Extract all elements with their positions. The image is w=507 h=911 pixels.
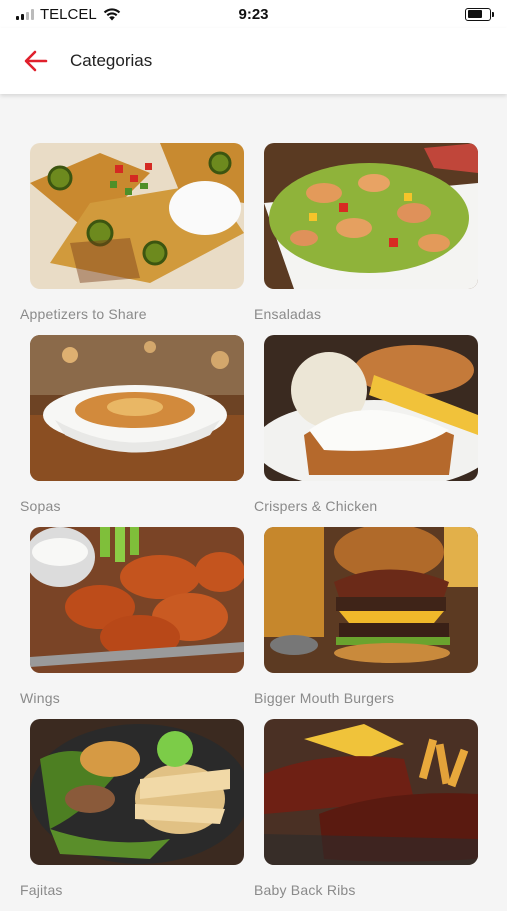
category-card-appetizers[interactable]: Appetizers to Share: [20, 143, 244, 335]
category-image-wings: [30, 527, 244, 673]
category-card-ensaladas[interactable]: Ensaladas: [254, 143, 478, 335]
category-card-burgers[interactable]: Bigger Mouth Burgers: [254, 527, 478, 719]
category-label: Bigger Mouth Burgers: [254, 690, 395, 706]
category-card-sopas[interactable]: Sopas: [20, 335, 244, 527]
signal-icon: [16, 8, 34, 20]
category-label: Ensaladas: [254, 306, 322, 322]
category-card-ribs[interactable]: Baby Back Ribs: [254, 719, 478, 911]
wifi-icon: [103, 7, 120, 20]
category-image-burgers: [264, 527, 478, 673]
status-bar: TELCEL 9:23: [0, 0, 507, 28]
category-label: Appetizers to Share: [20, 306, 147, 322]
back-button[interactable]: [20, 45, 52, 77]
category-image-appetizers: [30, 143, 244, 289]
category-grid: Appetizers to Share Ensaladas Sopas Cris…: [20, 143, 478, 911]
category-card-fajitas[interactable]: Fajitas: [20, 719, 244, 911]
battery-icon: [465, 7, 494, 21]
app-header: Categorias: [0, 28, 507, 94]
carrier-info: TELCEL: [16, 6, 121, 23]
category-label: Wings: [20, 690, 60, 706]
category-label: Fajitas: [20, 882, 63, 898]
category-label: Baby Back Ribs: [254, 882, 356, 898]
category-card-wings[interactable]: Wings: [20, 527, 244, 719]
category-image-sopas: [30, 335, 244, 481]
category-image-fajitas: [30, 719, 244, 865]
category-image-ensaladas: [264, 143, 478, 289]
category-label: Crispers & Chicken: [254, 498, 378, 514]
category-image-ribs: [264, 719, 478, 865]
arrow-left-icon: [24, 50, 48, 72]
category-card-crispers[interactable]: Crispers & Chicken: [254, 335, 478, 527]
category-label: Sopas: [20, 498, 61, 514]
category-image-crispers: [264, 335, 478, 481]
page-title: Categorias: [70, 51, 153, 70]
carrier-name: TELCEL: [40, 5, 97, 23]
